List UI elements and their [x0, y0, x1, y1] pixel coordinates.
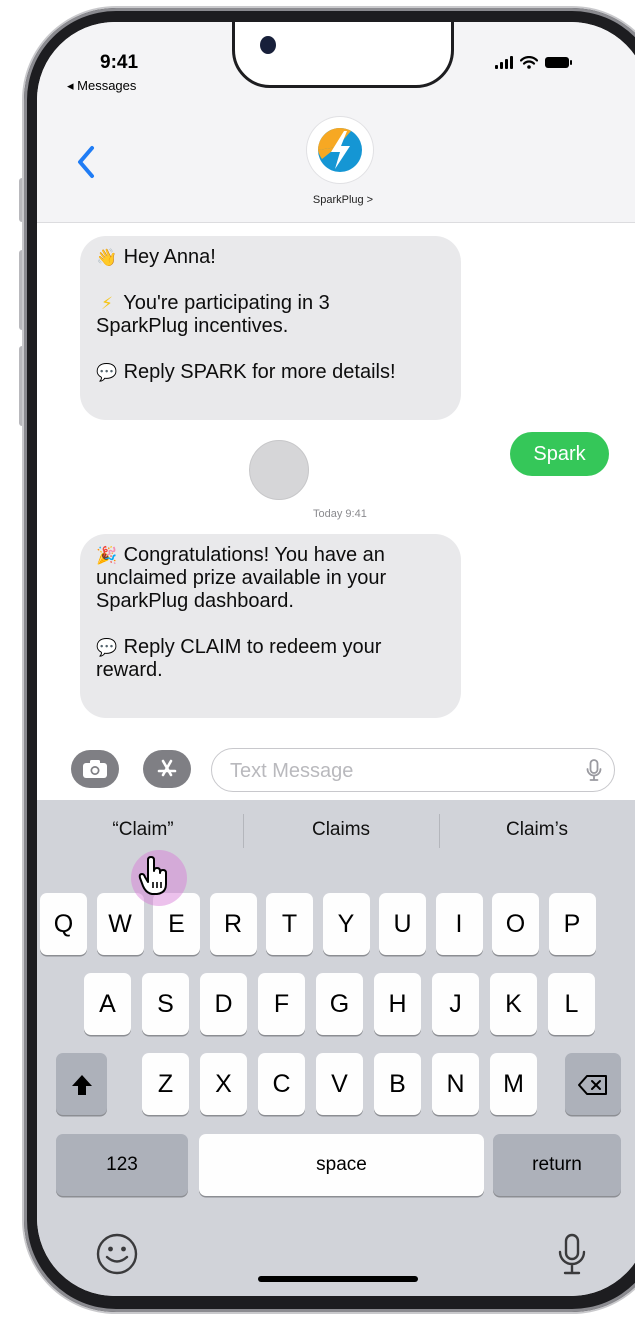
app-store-icon [157, 759, 177, 777]
key-v[interactable]: V [316, 1053, 363, 1115]
shift-icon [71, 1075, 92, 1096]
key-k[interactable]: K [490, 973, 537, 1035]
key-o[interactable]: O [492, 893, 539, 955]
numbers-key[interactable]: 123 [56, 1134, 188, 1196]
typing-indicator [249, 440, 309, 500]
message-line: 🎉 Congratulations! You have an [96, 544, 385, 566]
delete-key[interactable] [565, 1053, 621, 1115]
contact-name[interactable]: SparkPlug > [37, 194, 635, 206]
key-s[interactable]: S [142, 973, 189, 1035]
dictation-icon[interactable] [557, 1232, 587, 1278]
sparkplug-logo [318, 128, 362, 172]
key-a[interactable]: A [84, 973, 131, 1035]
key-m[interactable]: M [490, 1053, 537, 1115]
suggestion-2[interactable]: Claims [243, 810, 439, 850]
key-x[interactable]: X [200, 1053, 247, 1115]
key-n[interactable]: N [432, 1053, 479, 1115]
return-key[interactable]: return [493, 1134, 621, 1196]
waving-hand-icon: 👋 [96, 248, 118, 267]
key-u[interactable]: U [379, 893, 426, 955]
message-line: 👋 Hey Anna! [96, 246, 216, 268]
suggestion-1[interactable]: “Claim” [45, 810, 241, 850]
back-to-app-link[interactable]: ◂ Messages [67, 78, 136, 94]
wifi-icon [520, 56, 538, 69]
key-h[interactable]: H [374, 973, 421, 1035]
message-line: 💬 Reply SPARK for more details! [96, 361, 396, 383]
suggestion-3[interactable]: Claim’s [439, 810, 635, 850]
emoji-icon[interactable] [95, 1232, 139, 1276]
message-line: reward. [96, 659, 163, 681]
phone-screen: SparkPlug > 9:41 ◂ Messages 👋 Hey Anna! … [37, 22, 635, 1296]
speech-bubble-icon: 💬 [96, 363, 118, 382]
signal-icon [495, 56, 513, 69]
status-icons [495, 56, 572, 69]
shift-key[interactable] [56, 1053, 107, 1115]
message-line: SparkPlug dashboard. [96, 590, 294, 612]
key-z[interactable]: Z [142, 1053, 189, 1115]
app-store-button[interactable] [143, 750, 191, 788]
key-p[interactable]: P [548, 893, 596, 955]
compose-bar: Text Message [37, 740, 635, 800]
key-q[interactable]: Q [40, 893, 87, 955]
message-line: ⚡ You're participating in 3 [96, 292, 443, 315]
received-message-1: 👋 Hey Anna! ⚡ You're participating in 3 … [74, 236, 461, 420]
notch [232, 22, 454, 88]
cursor-hand-icon [138, 856, 167, 895]
message-line: unclaimed prize available in your [96, 567, 387, 589]
keyboard: “Claim” Claims Claim’s QWERTYUIOP ASDFGH… [37, 800, 635, 1296]
microphone-icon[interactable] [586, 758, 602, 784]
message-timestamp: Today 9:41 [313, 508, 367, 520]
key-y[interactable]: Y [322, 893, 370, 955]
key-l[interactable]: L [548, 973, 595, 1035]
back-chevron-icon[interactable] [73, 142, 99, 182]
battery-icon [545, 57, 572, 68]
key-w[interactable]: W [96, 893, 144, 955]
contact-avatar[interactable] [307, 117, 373, 183]
party-popper-icon: 🎉 [96, 546, 118, 565]
space-key[interactable]: space [199, 1134, 484, 1196]
message-input[interactable]: Text Message [211, 748, 615, 792]
key-f[interactable]: F [258, 973, 305, 1035]
lightning-icon: ⚡ [101, 294, 113, 313]
message-input-placeholder: Text Message [230, 760, 354, 782]
key-d[interactable]: D [200, 973, 247, 1035]
key-j[interactable]: J [432, 973, 479, 1035]
key-t[interactable]: T [266, 893, 313, 955]
sent-message: Spark [510, 432, 609, 476]
message-line: SparkPlug incentives. [96, 315, 289, 337]
received-message-2: 🎉 Congratulations! You have an unclaimed… [74, 534, 461, 718]
delete-icon [578, 1075, 607, 1096]
speech-bubble-icon: 💬 [96, 638, 118, 657]
home-indicator [258, 1276, 418, 1282]
status-time: 9:41 [100, 52, 139, 73]
camera-icon [83, 760, 107, 778]
key-i[interactable]: I [435, 893, 483, 955]
key-g[interactable]: G [316, 973, 363, 1035]
message-line: 💬 Reply CLAIM to redeem your [96, 636, 382, 658]
camera-button[interactable] [71, 750, 119, 788]
key-b[interactable]: B [374, 1053, 421, 1115]
key-r[interactable]: R [209, 893, 257, 955]
key-c[interactable]: C [258, 1053, 305, 1115]
predictive-bar: “Claim” Claims Claim’s [37, 810, 635, 850]
front-camera [260, 36, 276, 54]
